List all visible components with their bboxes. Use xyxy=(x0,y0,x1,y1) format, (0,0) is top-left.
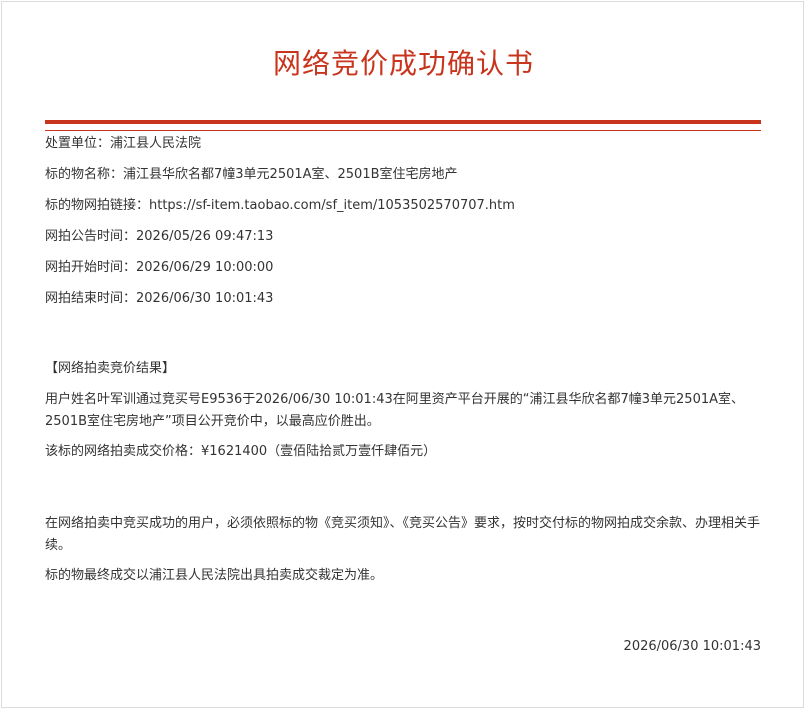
footer-date: 2026/06/30 10:01:43 xyxy=(623,639,761,654)
notice-paragraph-1: 在网络拍卖中竞买成功的用户，必须依照标的物《竞买须知》、《竞买公告》要求，按时交… xyxy=(45,516,761,553)
disposal-unit: 处置单位：浦江县人民法院 xyxy=(45,136,202,151)
notice-paragraph-2: 标的物最终成交以浦江县人民法院出具拍卖成交裁定为准。 xyxy=(45,568,384,583)
title-divider-thick xyxy=(45,120,761,124)
document-frame xyxy=(1,1,804,708)
result-paragraph: 用户姓名叶军训通过竞买号E9536于2026/06/30 10:01:43在阿里… xyxy=(45,392,744,429)
result-price: 该标的网络拍卖成交价格：¥1621400（壹佰陆拾贰万壹仟肆佰元） xyxy=(45,444,437,459)
start-time: 网拍开始时间：2026/06/29 10:00:00 xyxy=(45,260,274,275)
title-divider-thin xyxy=(45,130,761,131)
document-title: 网络竞价成功确认书 xyxy=(272,47,534,80)
end-time: 网拍结束时间：2026/06/30 10:01:43 xyxy=(45,291,274,306)
announce-time: 网拍公告时间：2026/05/26 09:47:13 xyxy=(45,229,274,244)
item-link: 标的物网拍链接：https://sf-item.taobao.com/sf_it… xyxy=(45,198,515,213)
result-heading: 【网络拍卖竞价结果】 xyxy=(45,361,176,376)
item-name: 标的物名称：浦江县华欣名都7幢3单元2501A室、2501B室住宅房地产 xyxy=(45,167,458,182)
